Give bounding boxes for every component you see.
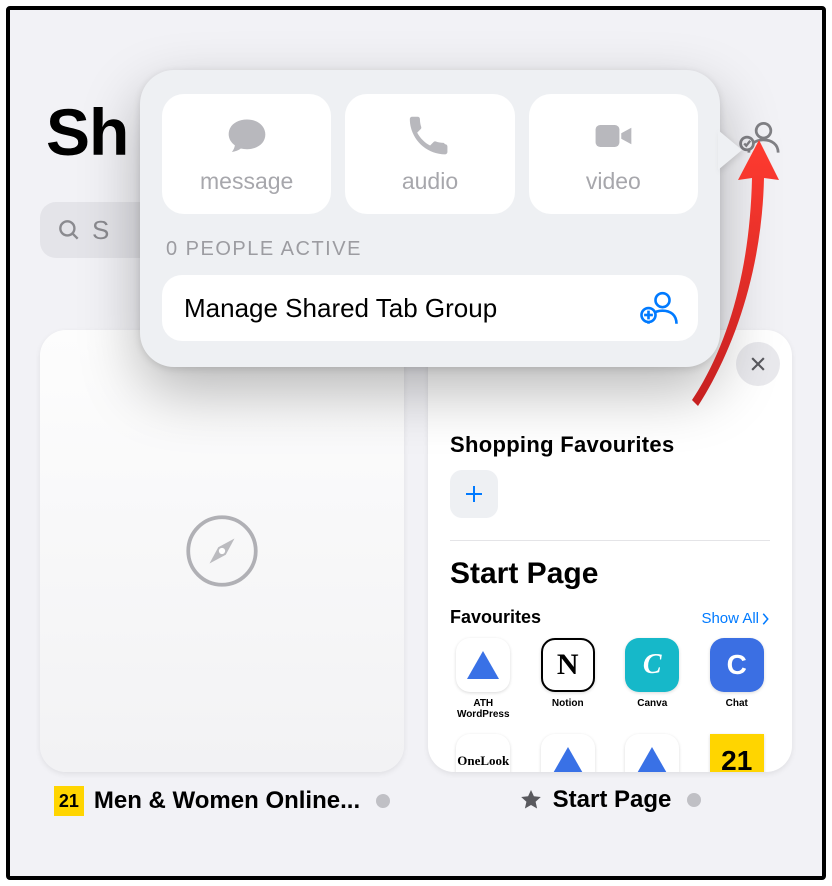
divider [450,540,770,541]
favourite-icon: C [625,638,679,692]
message-button[interactable]: message [162,94,331,214]
close-icon [748,354,768,374]
tab-label-left[interactable]: 21 Men & Women Online... [54,786,390,816]
favourite-item[interactable]: C Chat [704,638,771,720]
message-icon [225,114,269,158]
shopping-favourites-title: Shopping Favourites [450,432,770,458]
close-tab-button[interactable] [736,342,780,386]
show-all-text: Show All [701,610,759,627]
favourites-label: Favourites [450,607,541,628]
favourite-item[interactable]: OneLookOneLook [450,734,517,772]
favourite-icon: C [710,638,764,692]
start-page-heading: Start Page [450,557,770,591]
favourite-caption: Chat [726,698,748,709]
favourite-item[interactable]: ATH WordPress [450,638,517,720]
plus-icon [462,482,486,506]
favourite-item[interactable]: 21 [704,734,771,772]
favourite-icon [456,638,510,692]
favourite-caption: Canva [637,698,667,709]
audio-button[interactable]: audio [345,94,514,214]
favourite-icon: N [541,638,595,692]
search-placeholder: S [92,215,109,246]
show-all-link[interactable]: Show All [701,610,770,627]
share-people-icon[interactable] [736,116,780,160]
star-icon [519,788,543,812]
favourite-item[interactable] [535,734,602,772]
phone-icon [408,114,452,158]
page-title: Sh [46,94,128,170]
manage-shared-tab-group-button[interactable]: Manage Shared Tab Group [162,275,698,341]
manage-label: Manage Shared Tab Group [184,293,497,324]
tab-label-right-text: Start Page [553,786,672,814]
favourite-icon [625,734,679,772]
people-active-label: 0 PEOPLE ACTIVE [166,238,694,261]
chevron-right-icon [761,612,770,626]
favourite-icon [541,734,595,772]
video-button[interactable]: video [529,94,698,214]
tab-tile-empty[interactable] [40,330,404,772]
add-favourite-button[interactable] [450,470,498,518]
favourite-icon: 21 [710,734,764,772]
message-label: message [200,168,293,195]
video-label: video [586,168,641,195]
compass-icon [182,511,262,591]
tab-label-left-text: Men & Women Online... [94,787,360,815]
presence-dot [687,793,701,807]
presence-dot [376,794,390,808]
search-icon [56,217,82,243]
favourite-item[interactable] [619,734,686,772]
add-people-icon [638,287,680,329]
favourite-item[interactable]: N Notion [535,638,602,720]
favourite-caption: Notion [552,698,584,709]
favourite-caption: ATH WordPress [453,698,513,720]
video-icon [591,114,635,158]
badge21-icon: 21 [54,786,84,816]
favourite-icon: OneLook [456,734,510,772]
audio-label: audio [402,168,458,195]
share-popover: message audio video 0 PEOPLE ACTIVE Mana… [140,70,720,367]
tab-tile-startpage[interactable]: Shopping Favourites Start Page Favourite… [428,330,792,772]
tab-label-right[interactable]: Start Page [519,786,702,814]
favourite-item[interactable]: C Canva [619,638,686,720]
